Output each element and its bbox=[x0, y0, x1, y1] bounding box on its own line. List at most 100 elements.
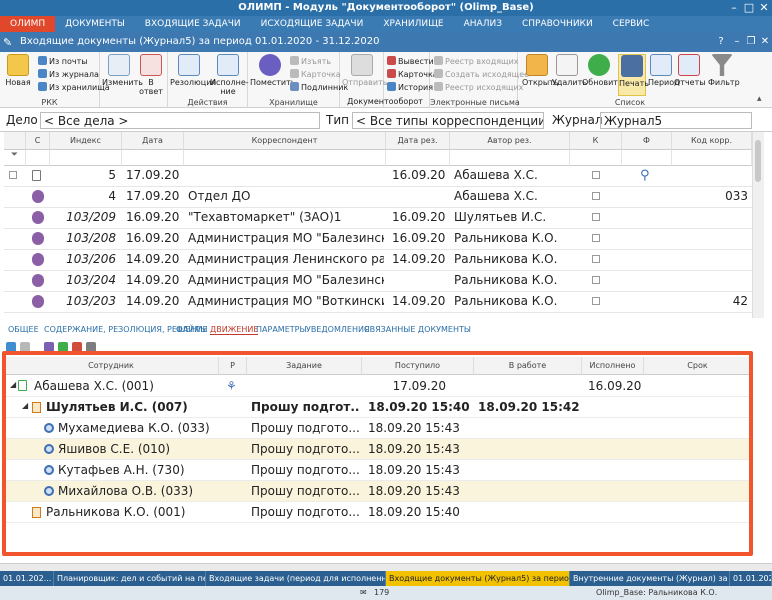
menu-storage[interactable]: ХРАНИЛИЩЕ bbox=[373, 16, 453, 32]
column-header-k[interactable]: К bbox=[570, 132, 622, 150]
column-header-received[interactable]: Поступило bbox=[362, 357, 474, 375]
tab-general[interactable]: ОБЩЕЕ bbox=[8, 325, 39, 334]
taskbar-item[interactable]: 01.01.202... bbox=[0, 571, 54, 586]
table-row[interactable]: 103/209 16.09.20 "Техавтомаркет" (ЗАО)1 16.… bbox=[4, 208, 752, 229]
tab-parameters[interactable]: ПАРАМЕТРЫ bbox=[256, 325, 307, 334]
tab-movement[interactable]: ДВИЖЕНИЕ bbox=[210, 325, 259, 335]
cell-k-checkbox[interactable] bbox=[592, 255, 600, 263]
cell-k-checkbox[interactable] bbox=[592, 297, 600, 305]
cancel-icon[interactable] bbox=[72, 342, 82, 352]
table-row[interactable]: 103/203 14.09.20 Администрация МО "Воткинс… bbox=[4, 292, 752, 313]
taskbar-item[interactable]: Планировщик: дел и событий на период 01.… bbox=[54, 571, 206, 586]
refresh-button[interactable]: Обновить bbox=[582, 54, 623, 87]
doc-minimize-icon[interactable]: – bbox=[730, 35, 744, 49]
taskbar-item[interactable]: Внутренние документы (Журнал) за период … bbox=[570, 571, 730, 586]
maximize-button[interactable]: □ bbox=[741, 1, 757, 15]
doc-help-icon[interactable]: ? bbox=[714, 35, 728, 49]
filter-cell[interactable] bbox=[386, 150, 450, 166]
filter-cell[interactable] bbox=[672, 150, 752, 166]
place-button[interactable]: Поместить bbox=[250, 54, 296, 87]
reply-button[interactable]: В ответ bbox=[136, 54, 166, 96]
movement-row[interactable]: Мухамедиева К.О. (033) Прошу подгото... 18… bbox=[4, 418, 752, 439]
filter-cell[interactable] bbox=[570, 150, 622, 166]
type-select[interactable]: < Все типы корреспонденции > bbox=[352, 112, 544, 129]
column-header-select[interactable] bbox=[4, 132, 26, 150]
cell-k-checkbox[interactable] bbox=[592, 171, 600, 179]
tab-files[interactable]: ФАЙЛЫ bbox=[176, 325, 207, 334]
menu-directories[interactable]: СПРАВОЧНИКИ bbox=[512, 16, 603, 32]
table-row[interactable]: 103/208 16.09.20 Администрация МО "Балезин… bbox=[4, 229, 752, 250]
case-select[interactable]: < Все дела > bbox=[40, 112, 320, 129]
taskbar-item[interactable]: 01.01.202... bbox=[730, 571, 772, 586]
cell-k-checkbox[interactable] bbox=[592, 276, 600, 284]
create-outgoing-button[interactable]: Создать исходящее bbox=[434, 69, 529, 80]
expand-toggle-icon[interactable]: ◢ bbox=[22, 401, 28, 410]
check-icon[interactable] bbox=[58, 342, 68, 352]
taskbar-item-active[interactable]: Входящие документы (Журнал5) за период 0… bbox=[386, 571, 570, 586]
mail-icon[interactable]: ✉ bbox=[360, 588, 367, 597]
filter-cell[interactable] bbox=[50, 150, 122, 166]
send-button[interactable]: Отправить bbox=[342, 54, 387, 87]
table-row[interactable]: 103/204 14.09.20 Администрация МО "Балезин… bbox=[4, 271, 752, 292]
column-header-in-work[interactable]: В работе bbox=[474, 357, 582, 375]
table-row[interactable]: 5 17.09.20 16.09.20 Абашева Х.С. ⚲ bbox=[4, 166, 752, 187]
menu-analysis[interactable]: АНАЛИЗ bbox=[454, 16, 512, 32]
execution-button[interactable]: Исполне-ние bbox=[210, 54, 249, 96]
cell-k-checkbox[interactable] bbox=[592, 213, 600, 221]
settings-icon[interactable] bbox=[86, 342, 96, 352]
splitter[interactable] bbox=[0, 563, 772, 571]
doc-close-icon[interactable]: ✕ bbox=[758, 35, 772, 49]
from-journal-button[interactable]: Из журнала bbox=[38, 69, 99, 80]
column-header-r[interactable]: Р bbox=[219, 357, 247, 375]
take-out-button[interactable]: Вывести bbox=[387, 56, 434, 67]
column-header-status[interactable]: С bbox=[26, 132, 50, 150]
cell-k-checkbox[interactable] bbox=[592, 234, 600, 242]
close-button[interactable]: ✕ bbox=[756, 1, 772, 15]
history-button[interactable]: История bbox=[387, 82, 433, 93]
movement-row[interactable]: ◢ Абашева Х.С. (001) ⚘ 17.09.20 16.09.20 bbox=[4, 376, 752, 397]
filter-cell[interactable] bbox=[184, 150, 386, 166]
reports-button[interactable]: Отчеты bbox=[674, 54, 706, 87]
column-header-f[interactable]: Ф bbox=[622, 132, 672, 150]
column-header-task[interactable]: Задание bbox=[247, 357, 362, 375]
column-header-done[interactable]: Исполнено bbox=[582, 357, 644, 375]
column-header-res-date[interactable]: Дата рез. bbox=[386, 132, 450, 150]
filter-cell[interactable] bbox=[26, 150, 50, 166]
movement-row[interactable]: Кутафьев А.Н. (730) Прошу подгото... 18.09… bbox=[4, 460, 752, 481]
filter-row-icon[interactable]: ⏷ bbox=[4, 150, 26, 166]
column-header-res-author[interactable]: Автор рез. bbox=[450, 132, 570, 150]
row-checkbox[interactable] bbox=[9, 171, 17, 179]
taskbar-item[interactable]: Входящие задачи (период для исполненных … bbox=[206, 571, 386, 586]
column-header-index[interactable]: Индекс bbox=[50, 132, 122, 150]
register-outgoing-button[interactable]: Реестр исходящих bbox=[434, 82, 523, 93]
filter-cell[interactable] bbox=[450, 150, 570, 166]
from-storage-button[interactable]: Из хранилища bbox=[38, 82, 110, 93]
table-row[interactable]: 103/206 14.09.20 Администрация Ленинского … bbox=[4, 250, 752, 271]
ribbon-collapse-icon[interactable]: ▴ bbox=[757, 94, 762, 104]
column-header-date[interactable]: Дата bbox=[122, 132, 184, 150]
column-header-employee[interactable]: Сотрудник bbox=[4, 357, 219, 375]
delete-button[interactable]: Удалить bbox=[552, 54, 587, 87]
period-button[interactable]: Период bbox=[648, 54, 680, 87]
movement-row[interactable]: Ральникова К.О. (001) Прошу подгото... 18.… bbox=[4, 502, 752, 523]
new-button[interactable]: Новая bbox=[4, 54, 32, 87]
column-header-deadline[interactable]: Срок bbox=[644, 357, 752, 375]
register-incoming-button[interactable]: Реестр входящих bbox=[434, 56, 519, 67]
column-header-corr-code[interactable]: Код корр. bbox=[672, 132, 752, 150]
doc-restore-icon[interactable]: ❐ bbox=[744, 35, 758, 49]
filter-button[interactable]: Фильтр bbox=[708, 54, 740, 87]
movement-row[interactable]: ◢ Шулятьев И.С. (007) Прошу подгот... 18.09… bbox=[4, 397, 752, 418]
resolution-button[interactable]: Резолюция bbox=[170, 54, 216, 87]
menu-olimp[interactable]: ОЛИМП bbox=[0, 16, 56, 32]
extract-button[interactable]: Изъять bbox=[290, 56, 331, 67]
menu-incoming-tasks[interactable]: ВХОДЯЩИЕ ЗАДАЧИ bbox=[135, 16, 251, 32]
menu-service[interactable]: СЕРВИС bbox=[603, 16, 660, 32]
menu-outgoing-tasks[interactable]: ИСХОДЯЩИЕ ЗАДАЧИ bbox=[251, 16, 374, 32]
column-header-correspondent[interactable]: Корреспондент bbox=[184, 132, 386, 150]
scrollbar-thumb[interactable] bbox=[755, 140, 761, 182]
change-button[interactable]: Изменить bbox=[102, 54, 143, 87]
filter-cell[interactable] bbox=[122, 150, 184, 166]
movement-row[interactable]: Михайлова О.В. (033) Прошу подгото... 18.0… bbox=[4, 481, 752, 502]
menu-documents[interactable]: ДОКУМЕНТЫ bbox=[55, 16, 135, 32]
storage-card-button[interactable]: Карточка bbox=[290, 69, 341, 80]
